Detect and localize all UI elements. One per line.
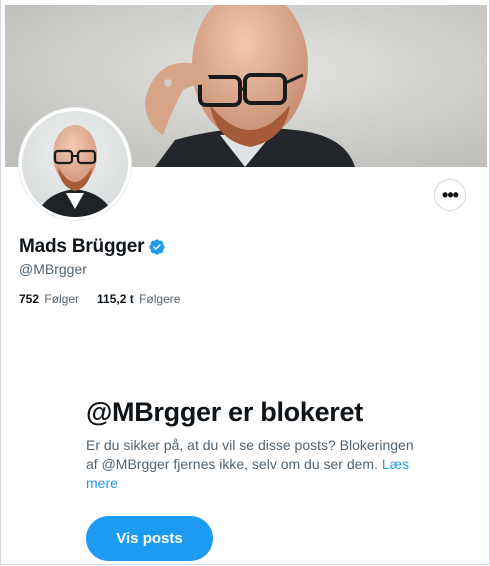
display-name: Mads Brügger (19, 236, 145, 257)
followers-count: 115,2 t (97, 292, 134, 306)
profile-avatar[interactable] (19, 108, 131, 220)
blocked-notice: @MBrgger er blokeret Er du sikker på, at… (86, 396, 416, 493)
blocked-description: Er du sikker på, at du vil se disse post… (86, 436, 416, 493)
verified-badge-icon[interactable] (148, 238, 166, 256)
followers-link[interactable]: 115,2 t Følgere (97, 292, 180, 306)
more-options-button[interactable]: ••• (434, 179, 466, 211)
blocked-title: @MBrgger er blokeret (86, 397, 363, 427)
profile-name-row: Mads Brügger (19, 236, 166, 258)
profile-page: ••• Mads Brügger @MBrgger 752 Følger 115… (0, 0, 490, 565)
following-link[interactable]: 752 Følger (19, 292, 79, 306)
view-posts-button[interactable]: Vis posts (86, 516, 213, 561)
more-horizontal-icon: ••• (442, 185, 459, 205)
blocked-text: Er du sikker på, at du vil se disse post… (86, 437, 414, 472)
following-label: Følger (44, 292, 80, 306)
following-count: 752 (19, 292, 40, 306)
avatar-photo (22, 111, 128, 217)
profile-stats: 752 Følger 115,2 t Følgere (19, 292, 180, 306)
profile-handle: @MBrgger (19, 261, 87, 277)
followers-label: Følgere (139, 292, 181, 306)
